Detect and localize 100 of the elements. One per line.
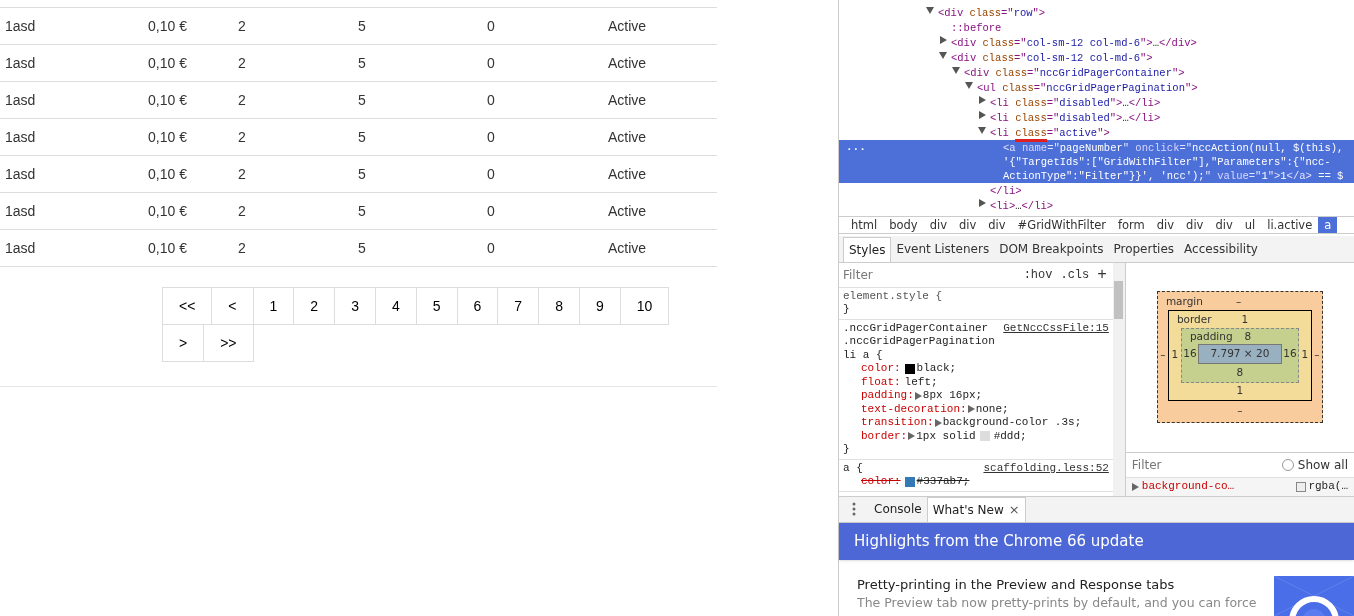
checkbox[interactable] [1281,458,1294,471]
computed-value: rgba(… [1308,479,1348,495]
page-button[interactable]: >> [203,324,254,362]
table-cell-text: Active [608,16,648,36]
page-button[interactable]: 9 [578,287,621,325]
triangle-right-icon[interactable] [934,418,942,427]
source-link[interactable]: scaffolding.less:52 [983,461,1109,476]
drawer-tab[interactable]: What's New × [926,496,1026,522]
dom-node[interactable]: ::before [951,20,1006,35]
color-swatch[interactable] [979,431,990,442]
breadcrumb-item[interactable]: div [952,217,983,234]
dom-node[interactable]: <div class="nccGridPagerContainer"> [964,65,1189,80]
triangle-right-icon[interactable] [939,35,947,44]
table-cell-text: 2 [238,53,247,73]
style-toolbar-button[interactable]: .cls [1060,265,1090,284]
table-cell-text: 5 [358,90,367,110]
breadcrumb-item[interactable]: div [1180,217,1210,234]
table-cell-text: 0,10 € [148,53,188,73]
dom-node[interactable]: <li class="disabled">…</li> [990,95,1165,110]
css-property: color: [861,475,901,489]
page-button[interactable]: 2 [293,287,336,325]
table-cell-text: 0 [487,53,496,73]
table-cell-text: 1asd [4,127,37,147]
page-button[interactable]: 4 [374,287,417,325]
more-button[interactable]: ... [846,140,866,153]
color-swatch[interactable] [1296,481,1307,492]
page-button[interactable]: 10 [619,287,670,325]
css-value: #ddd; [993,429,1027,444]
breadcrumb-item[interactable]: #GridWithFilter [1011,217,1112,234]
dom-node[interactable]: <div class="col-sm-12 col-md-6"> [951,50,1157,65]
page-button[interactable]: 5 [415,287,458,325]
box-model-value: 8 [1244,328,1252,344]
style-toolbar-button[interactable]: + [1097,262,1107,287]
page-button[interactable]: > [162,324,205,362]
panel-tab[interactable]: Properties [1108,236,1180,262]
page-button[interactable]: 1 [252,287,295,325]
article-title[interactable]: Pretty-printing in the Preview and Response tabs [857,576,1266,594]
table-cell-text: 0 [487,16,496,36]
panel-tab[interactable]: Accessibility [1179,236,1263,262]
table-cell-text: Active [608,53,648,73]
dom-node[interactable]: <div class="row"> [938,5,1050,20]
scrollbar[interactable] [1112,262,1125,496]
table-cell-text: 5 [358,16,367,36]
breadcrumb-item[interactable]: form [1111,217,1151,234]
table-cell-text: 0,10 € [148,238,188,258]
triangle-right-icon[interactable] [908,432,916,441]
css-value: left; [904,375,938,390]
table-cell-text: Active [608,201,648,221]
source-link[interactable]: GetNccCssFile:15 [1003,321,1109,363]
table-cell-text: Active [608,238,648,258]
drawer-tab[interactable]: Console [869,496,927,522]
breadcrumb-item[interactable]: div [982,217,1012,234]
table-cell-text: 2 [238,127,247,147]
dom-node[interactable]: <li class="disabled">…</li> [990,110,1165,125]
table-cell-text: 0 [487,127,496,147]
triangle-down-icon[interactable] [926,5,934,14]
triangle-down-icon[interactable] [978,125,986,134]
page-button[interactable]: 3 [334,287,376,325]
dom-node[interactable]: <li>…</li> [990,198,1058,213]
filter-field[interactable]: Filter [1131,455,1282,474]
dom-node[interactable]: <ul class="nccGridPagerPagination"> [977,80,1202,95]
breadcrumb-item[interactable]: body [883,217,924,234]
triangle-right-icon[interactable] [967,405,975,414]
breadcrumb-item[interactable]: ul [1238,217,1262,234]
css-property: padding: [861,389,914,403]
breadcrumb-item[interactable]: div [923,217,953,234]
box-model-label: margin [1165,294,1203,310]
table-cell-text: 2 [238,164,247,184]
breadcrumb-item[interactable]: div [1209,217,1239,234]
panel-tab[interactable]: DOM Breakpoints [994,236,1109,262]
panel-tab[interactable]: Event Listeners [891,236,995,262]
breadcrumb-item[interactable]: html [845,217,884,234]
page-button[interactable]: 6 [456,287,499,325]
more-options-icon[interactable] [852,501,856,516]
table-cell-text: 5 [358,201,367,221]
table-cell-text: 0 [487,164,496,184]
breadcrumb-item[interactable]: div [1150,217,1181,234]
css-brace: } [843,303,851,317]
color-swatch[interactable] [904,476,915,487]
table-cell-text: 1asd [4,53,37,73]
panel-tab[interactable]: Styles [843,236,892,262]
page-button[interactable]: 8 [538,287,580,325]
dom-node[interactable]: <div class="col-sm-12 col-md-6">…</div> [951,35,1201,50]
breadcrumb-item[interactable]: li.active [1261,217,1319,234]
css-property: transition: [861,416,934,430]
table-cell-text: 1asd [4,164,37,184]
filter-field[interactable]: Filter [843,265,1016,284]
page-button[interactable]: 7 [497,287,540,325]
box-model-value: 1 [1241,311,1249,327]
triangle-right-icon[interactable] [978,198,986,207]
style-toolbar-button[interactable]: :hov [1023,265,1053,284]
dom-node[interactable]: </li> [990,183,1022,198]
breadcrumb-item[interactable]: a [1318,217,1338,234]
close-icon[interactable]: × [1008,499,1020,520]
triangle-right-icon[interactable] [914,391,922,400]
page-button[interactable]: << [162,287,213,325]
dom-node[interactable]: <a name="pageNumber" onclick="nccAction(null, $(this), '{"TargetIds":["GridWithFilter"],"Parameters":{"ncc-ActionType":"Filter"}}', 'ncc');" value="1">1</a> == $ [1003,140,1354,183]
color-swatch[interactable] [904,363,915,374]
triangle-right-icon[interactable] [1131,482,1139,491]
table-cell-text: 5 [358,53,367,73]
